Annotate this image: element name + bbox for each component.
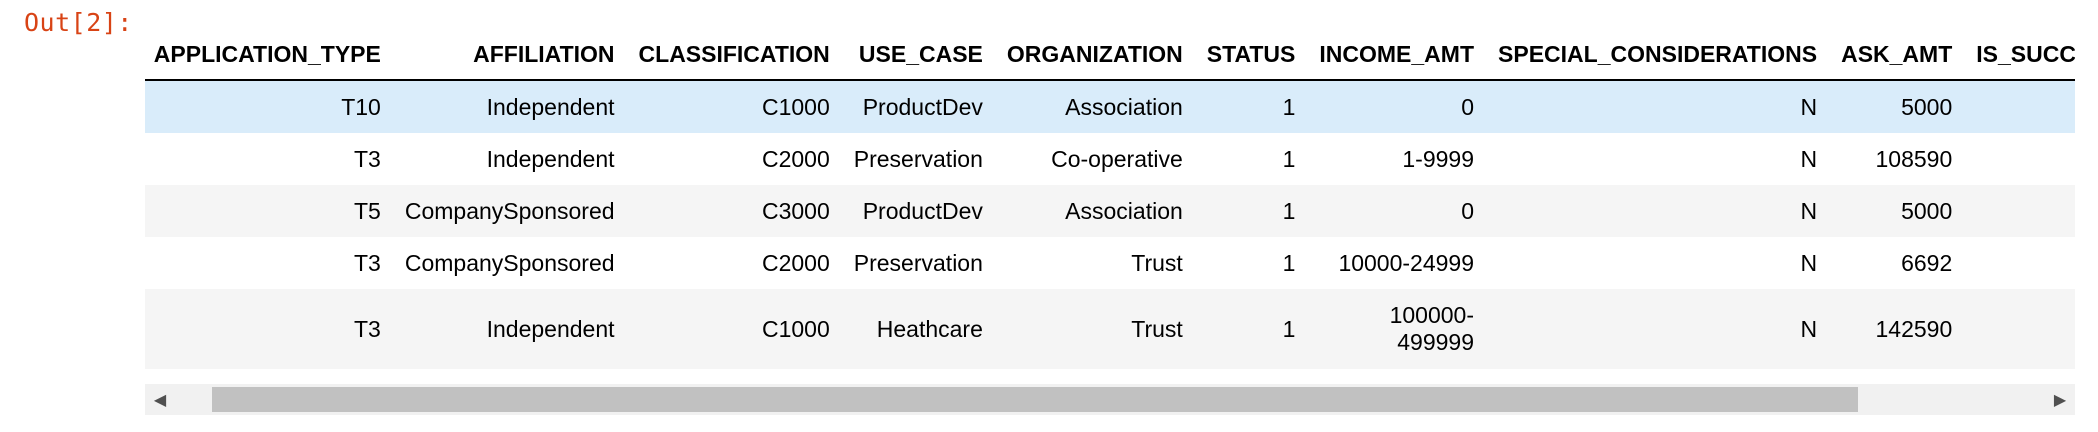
horizontal-scrollbar[interactable]: ◀ ▶ bbox=[145, 384, 2075, 415]
table-row[interactable]: 0 T10IndependentC1000ProductDevAssociatio… bbox=[145, 80, 2075, 133]
table-row[interactable]: 2T5CompanySponsoredC3000ProductDevAssoci… bbox=[145, 185, 2075, 237]
table-cell: T3 bbox=[145, 237, 393, 289]
table-row[interactable]: 1 T3IndependentC2000PreservationCo-operat… bbox=[145, 133, 2075, 185]
table-cell: 1 bbox=[1194, 289, 1308, 369]
column-header-classification: CLASSIFICATION bbox=[626, 29, 842, 81]
table-cell: 142590 bbox=[1829, 289, 1965, 369]
table-cell: 1 bbox=[1194, 185, 1308, 237]
table-cell: Preservation bbox=[841, 237, 995, 289]
scroll-left-arrow-icon[interactable]: ◀ bbox=[145, 384, 175, 415]
table-cell: Trust bbox=[994, 289, 1195, 369]
table-cell: Association bbox=[994, 80, 1195, 133]
column-header-ask-amt: ASK_AMT bbox=[1829, 29, 1965, 81]
table-cell: CompanySponsored bbox=[392, 185, 627, 237]
dataframe-table: APPLICATION_TYPE AFFILIATION CLASSIFICATIO… bbox=[145, 29, 2075, 369]
header-row: APPLICATION_TYPE AFFILIATION CLASSIFICATIO… bbox=[145, 29, 2075, 81]
table-cell: N bbox=[1486, 237, 1830, 289]
table-cell: C3000 bbox=[626, 185, 842, 237]
column-header-affiliation: AFFILIATION bbox=[392, 29, 627, 81]
table-cell: C1000 bbox=[626, 289, 842, 369]
table-cell: Association bbox=[994, 185, 1195, 237]
table-cell: Trust bbox=[994, 237, 1195, 289]
table-cell: 100000-499999 bbox=[1307, 289, 1487, 369]
scroll-thumb[interactable] bbox=[212, 387, 1858, 412]
table-cell: N bbox=[1486, 133, 1830, 185]
table-cell: N bbox=[1486, 80, 1830, 133]
table-cell: C1000 bbox=[626, 80, 842, 133]
column-header-use-case: USE_CASE bbox=[841, 29, 995, 81]
table-cell: 1 bbox=[1194, 80, 1308, 133]
column-header-income-amt: INCOME_AMT bbox=[1307, 29, 1487, 81]
table-cell: ProductDev bbox=[841, 185, 995, 237]
dataframe-output: APPLICATION_TYPE AFFILIATION CLASSIFICATIO… bbox=[145, 0, 2075, 432]
table-cell: 1 bbox=[1964, 80, 2075, 133]
table-cell: CompanySponsored bbox=[392, 237, 627, 289]
table-cell: Preservation bbox=[841, 133, 995, 185]
table-cell: Independent bbox=[392, 80, 627, 133]
table-viewport: APPLICATION_TYPE AFFILIATION CLASSIFICATIO… bbox=[145, 0, 2075, 376]
table-cell: 10000-24999 bbox=[1307, 237, 1487, 289]
table-cell: T3 bbox=[145, 133, 393, 185]
table-cell: 1 bbox=[1194, 133, 1308, 185]
table-cell: Heathcare bbox=[841, 289, 995, 369]
table-cell: 5000 bbox=[1829, 80, 1965, 133]
table-cell: 1 bbox=[1964, 237, 2075, 289]
table-cell: 1-9999 bbox=[1307, 133, 1487, 185]
table-cell: N bbox=[1486, 185, 1830, 237]
table-cell: C2000 bbox=[626, 133, 842, 185]
table-cell: 0 bbox=[1964, 185, 2075, 237]
scroll-right-arrow-icon[interactable]: ▶ bbox=[2045, 384, 2075, 415]
table-cell: 1 bbox=[1964, 289, 2075, 369]
scroll-track[interactable] bbox=[175, 384, 2045, 415]
table-cell: C2000 bbox=[626, 237, 842, 289]
table-cell: 1 bbox=[1964, 133, 2075, 185]
table-cell: 6692 bbox=[1829, 237, 1965, 289]
table-cell: T10 bbox=[145, 80, 393, 133]
table-cell: T3 bbox=[145, 289, 393, 369]
table-cell: 0 bbox=[1307, 80, 1487, 133]
column-header-is-successful: IS_SUCCESSFUL bbox=[1964, 29, 2075, 81]
table-cell: 1 bbox=[1194, 237, 1308, 289]
table-row[interactable]: 3T3CompanySponsoredC2000PreservationTrus… bbox=[145, 237, 2075, 289]
column-header-special-considerations: SPECIAL_CONSIDERATIONS bbox=[1486, 29, 1830, 81]
table-cell: Independent bbox=[392, 289, 627, 369]
table-cell: Independent bbox=[392, 133, 627, 185]
column-header-application-type: APPLICATION_TYPE bbox=[145, 29, 393, 81]
table-cell: 5000 bbox=[1829, 185, 1965, 237]
table-cell: N bbox=[1486, 289, 1830, 369]
table-row[interactable]: 4T3IndependentC1000HeathcareTrust1100000… bbox=[145, 289, 2075, 369]
table-cell: T5 bbox=[145, 185, 393, 237]
table-cell: Co-operative bbox=[994, 133, 1195, 185]
table-body: 0T10IndependentC1000ProductDevAssociatio… bbox=[145, 80, 2075, 369]
table-cell: 108590 bbox=[1829, 133, 1965, 185]
table-cell: ProductDev bbox=[841, 80, 995, 133]
column-header-organization: ORGANIZATION bbox=[994, 29, 1195, 81]
column-header-status: STATUS bbox=[1194, 29, 1308, 81]
output-prompt: Out[2]: bbox=[24, 8, 133, 37]
table-cell: 0 bbox=[1307, 185, 1487, 237]
